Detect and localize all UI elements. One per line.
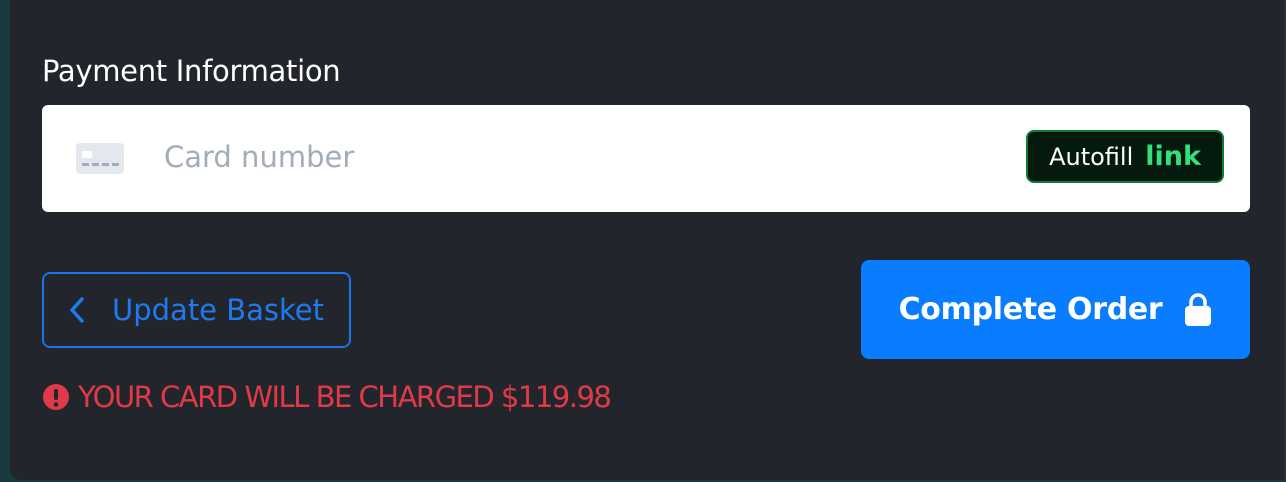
update-basket-button[interactable]: Update Basket [42, 272, 351, 348]
link-logo: link [1145, 141, 1201, 172]
autofill-label: Autofill [1049, 142, 1134, 171]
charge-warning: YOUR CARD WILL BE CHARGED $119.98 [42, 380, 612, 414]
charge-warning-text: YOUR CARD WILL BE CHARGED $119.98 [78, 380, 612, 414]
exclamation-circle-icon [43, 384, 69, 410]
card-number-placeholder: Card number [164, 140, 355, 174]
complete-order-label: Complete Order [898, 292, 1163, 327]
payment-panel: Payment Information Card number Autofill… [10, 0, 1286, 480]
autofill-link-button[interactable]: Autofill link [1026, 130, 1224, 183]
chevron-left-icon [70, 297, 84, 323]
complete-order-button[interactable]: Complete Order [861, 260, 1250, 359]
lock-icon [1185, 292, 1212, 326]
update-basket-label: Update Basket [112, 293, 324, 327]
section-title: Payment Information [42, 54, 341, 88]
credit-card-icon [76, 143, 124, 174]
card-number-field[interactable]: Card number Autofill link [42, 105, 1250, 212]
